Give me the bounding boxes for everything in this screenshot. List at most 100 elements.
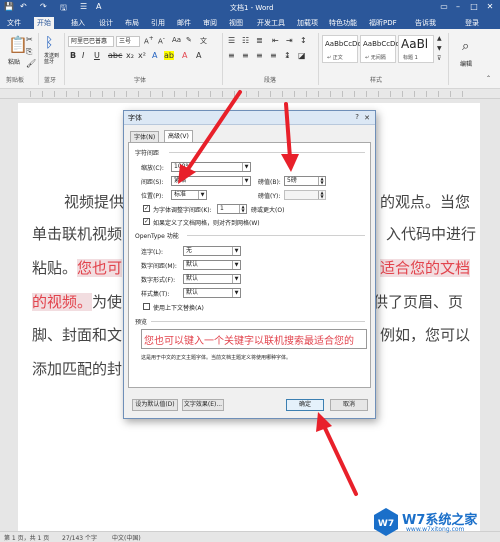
position-value: 标准 xyxy=(174,191,187,198)
tab-tell-me[interactable]: 告诉我 xyxy=(412,17,439,29)
number-forms-select[interactable]: 默认 ▼ xyxy=(183,274,241,284)
tab-home[interactable]: 开始 xyxy=(34,17,54,29)
find-icon[interactable]: ⌕ xyxy=(462,39,469,54)
align-left-icon[interactable]: ≡ xyxy=(228,51,235,60)
cut-icon[interactable]: ✂ xyxy=(26,35,33,44)
spacing-by-input[interactable]: 5磅 ▲ ▼ xyxy=(284,176,326,186)
styles-more-icon[interactable]: ⊽ xyxy=(437,55,441,62)
style-heading-1[interactable]: AaBl 标题 1 xyxy=(398,35,434,63)
multilevel-list-icon[interactable]: ≣ xyxy=(256,36,263,45)
bluetooth-send-label[interactable]: 发送到蓝牙 xyxy=(44,53,62,65)
font-size-box[interactable]: 三号 xyxy=(116,36,140,47)
tab-insert[interactable]: 插入 xyxy=(68,17,88,29)
copy-icon[interactable]: ⎘ xyxy=(26,47,32,57)
font-color-icon[interactable]: A xyxy=(96,2,101,11)
phonetic-icon[interactable]: 文 xyxy=(200,36,207,46)
save-icon[interactable]: 💾 xyxy=(4,2,14,11)
tab-mailings[interactable]: 邮件 xyxy=(174,17,194,29)
tab-addins[interactable]: 加载项 xyxy=(294,17,321,29)
kerning-checkbox[interactable]: ✓ xyxy=(143,205,150,212)
spinner-icon[interactable]: ▲ ▼ xyxy=(318,177,325,185)
justify-icon[interactable]: ≡ xyxy=(270,51,277,60)
spinner-icon[interactable]: ▲ ▼ xyxy=(318,191,325,199)
shrink-font-icon[interactable]: A- xyxy=(158,36,165,45)
tab-features[interactable]: 特色功能 xyxy=(326,17,360,29)
maximize-icon[interactable]: □ xyxy=(468,1,480,13)
horizontal-ruler[interactable] xyxy=(0,89,500,99)
tab-review[interactable]: 审阅 xyxy=(200,17,220,29)
align-right-icon[interactable]: ≡ xyxy=(256,51,263,60)
position-by-input[interactable]: ▲ ▼ xyxy=(284,190,326,200)
bold-icon[interactable]: B xyxy=(70,51,76,60)
ligatures-select[interactable]: 无 ▼ xyxy=(183,246,241,256)
section-preview: 预览 xyxy=(135,319,148,326)
italic-icon[interactable]: I xyxy=(82,51,84,60)
paste-label[interactable]: 粘贴 xyxy=(8,57,20,66)
kerning-input[interactable]: 1 ▲ ▼ xyxy=(217,204,247,214)
doc-text-line: 入代码中进行 xyxy=(386,225,477,243)
tab-foxit-pdf[interactable]: 福昕PDF xyxy=(366,17,400,29)
bluetooth-icon[interactable]: ᛒ xyxy=(45,35,53,51)
spinner-icon[interactable]: ▲ ▼ xyxy=(239,205,246,213)
paste-icon[interactable]: 📋 xyxy=(8,35,28,54)
word-count[interactable]: 27/143 个字 xyxy=(62,533,97,542)
align-center-icon[interactable]: ≡ xyxy=(242,51,249,60)
close-icon[interactable]: ✕ xyxy=(361,113,373,123)
format-painter-icon[interactable]: 🖌 xyxy=(26,59,36,68)
shading-icon[interactable]: ◪ xyxy=(298,51,306,60)
spacing-select[interactable]: 紧缩 ▼ xyxy=(171,176,251,186)
font-color-icon[interactable]: A xyxy=(182,51,187,60)
page-count[interactable]: 第 1 页，共 1 页 xyxy=(4,533,49,542)
highlight-icon[interactable]: ab xyxy=(164,51,174,60)
tab-developer[interactable]: 开发工具 xyxy=(254,17,288,29)
strikethrough-icon[interactable]: abc xyxy=(108,51,122,60)
set-default-button[interactable]: 设为默认值(D) xyxy=(132,399,178,411)
bullets-icon[interactable]: ☰ xyxy=(228,36,235,45)
increase-indent-icon[interactable]: ⇥ xyxy=(286,36,293,45)
numbering-icon[interactable]: ☷ xyxy=(242,36,249,45)
edit-label[interactable]: 编辑 xyxy=(460,59,472,68)
contextual-checkbox[interactable] xyxy=(143,303,150,310)
print-preview-icon[interactable]: 🖫 xyxy=(60,2,67,16)
tab-layout[interactable]: 布局 xyxy=(122,17,142,29)
styles-scroll-up-icon[interactable]: ▲ xyxy=(437,35,442,42)
styles-scroll-down-icon[interactable]: ▼ xyxy=(437,45,442,52)
font-name-box[interactable]: 阿里巴巴普惠 xyxy=(68,36,114,47)
underline-icon[interactable]: U xyxy=(94,51,100,60)
language[interactable]: 中文(中国) xyxy=(112,533,141,542)
list-icon[interactable]: ☰ xyxy=(80,2,87,11)
minimize-icon[interactable]: – xyxy=(452,1,464,13)
tab-file[interactable]: 文件 xyxy=(4,17,24,29)
grow-font-icon[interactable]: A+ xyxy=(144,36,154,45)
style-no-spacing[interactable]: AaBbCcDc ↵ 无间隔 xyxy=(360,35,399,63)
ribbon-display-icon[interactable]: ▭ xyxy=(438,1,450,13)
change-case-icon[interactable]: Aa xyxy=(172,36,181,44)
decrease-indent-icon[interactable]: ⇤ xyxy=(272,36,279,45)
close-icon[interactable]: ✕ xyxy=(484,1,496,13)
stylistic-sets-select[interactable]: 默认 ▼ xyxy=(183,288,241,298)
scale-select[interactable]: 100% ▼ xyxy=(171,162,251,172)
number-spacing-select[interactable]: 默认 ▼ xyxy=(183,260,241,270)
redo-icon[interactable]: ↷ xyxy=(40,2,47,11)
tab-design[interactable]: 设计 xyxy=(96,17,116,29)
line-spacing-icon[interactable]: ↨ xyxy=(284,51,291,60)
text-effects-button[interactable]: 文字效果(E)... xyxy=(182,399,224,411)
help-icon[interactable]: ? xyxy=(355,113,359,121)
tab-view[interactable]: 视图 xyxy=(226,17,246,29)
ok-button[interactable]: 确定 xyxy=(286,399,324,411)
text-effects-icon[interactable]: A xyxy=(152,51,157,60)
sort-icon[interactable]: ↕ xyxy=(300,36,307,45)
position-select[interactable]: 标准 ▼ xyxy=(171,190,207,200)
superscript-icon[interactable]: x² xyxy=(138,51,146,60)
tab-sign-in[interactable]: 登录 xyxy=(462,17,482,29)
clear-format-icon[interactable]: ✎ xyxy=(186,36,192,44)
cancel-button[interactable]: 取消 xyxy=(330,399,368,411)
stylistic-sets-value: 默认 xyxy=(186,289,199,296)
tab-references[interactable]: 引用 xyxy=(148,17,168,29)
subscript-icon[interactable]: x₂ xyxy=(126,51,134,60)
collapse-ribbon-icon[interactable]: ⌃ xyxy=(486,75,491,82)
char-shading-icon[interactable]: A xyxy=(196,51,201,60)
style-normal[interactable]: AaBbCcDc ↵ 正文 xyxy=(322,35,361,63)
grid-checkbox[interactable]: ✓ xyxy=(143,218,150,225)
undo-icon[interactable]: ↶ xyxy=(20,2,27,11)
